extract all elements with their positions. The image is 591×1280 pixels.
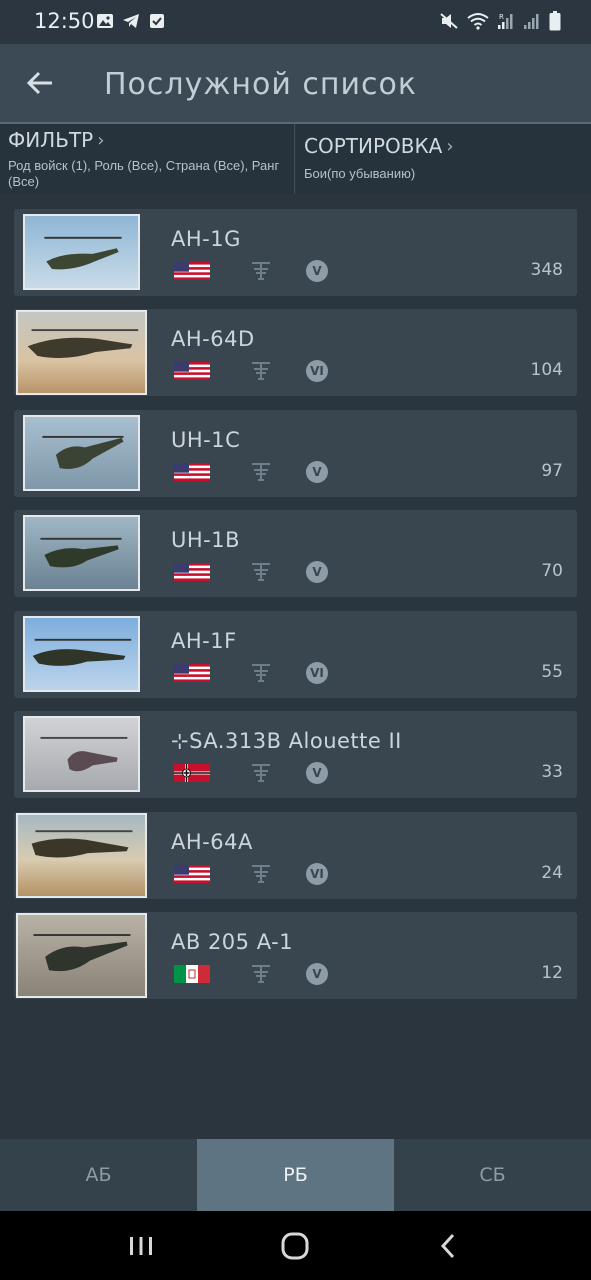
helicopter-role-icon — [252, 362, 270, 380]
battle-count: 104 — [530, 360, 563, 380]
chevron-right-icon: › — [446, 135, 454, 157]
rank-badge: V — [306, 963, 328, 985]
battle-count: 24 — [541, 863, 563, 883]
rank-badge: V — [306, 561, 328, 583]
arrow-left-icon[interactable] — [22, 64, 60, 102]
battle-count: 12 — [541, 963, 563, 983]
helicopter-role-icon — [252, 262, 270, 280]
vehicle-thumbnail — [16, 813, 147, 898]
status-time: 12:50 — [34, 9, 95, 33]
checkbox-icon — [148, 12, 166, 30]
back-icon[interactable] — [432, 1229, 466, 1263]
signal-icon — [523, 12, 541, 35]
system-nav-bar — [0, 1211, 591, 1280]
mute-icon — [439, 12, 459, 35]
battle-count: 55 — [541, 662, 563, 682]
vehicle-name: UH-1B — [171, 528, 241, 552]
vehicle-card[interactable]: AH-1G V 348 — [14, 209, 577, 296]
helicopter-role-icon — [252, 965, 270, 983]
vehicle-card[interactable]: AH-1F VI 55 — [14, 611, 577, 698]
germany-flag-icon — [174, 764, 210, 782]
vehicle-card[interactable]: UH-1B V 70 — [14, 510, 577, 597]
vehicle-name: UH-1C — [171, 428, 241, 452]
chevron-right-icon: › — [97, 129, 105, 151]
recents-icon[interactable] — [124, 1229, 158, 1263]
vehicle-name: AH-1G — [171, 227, 241, 251]
vehicle-thumbnail — [16, 310, 147, 395]
sort-label: СОРТИРОВКА — [304, 134, 443, 158]
rank-badge: VI — [306, 662, 328, 684]
vehicle-card[interactable]: AH-64D VI 104 — [14, 309, 577, 396]
battle-count: 97 — [541, 461, 563, 481]
rank-badge: V — [306, 461, 328, 483]
filter-label: ФИЛЬТР — [8, 128, 94, 152]
signal-icon: R — [497, 12, 515, 35]
usa-flag-icon — [174, 463, 210, 481]
gallery-icon — [96, 12, 114, 30]
helicopter-role-icon — [252, 463, 270, 481]
filter-panel[interactable]: ФИЛЬТР › Род войск (1), Роль (Все), Стра… — [0, 124, 295, 194]
vehicle-card[interactable]: UH-1C V 97 — [14, 410, 577, 497]
telegram-icon — [122, 12, 140, 30]
vehicle-thumbnail — [23, 515, 140, 591]
usa-flag-icon — [174, 563, 210, 581]
wifi-icon — [467, 12, 489, 35]
vehicle-thumbnail — [23, 214, 140, 290]
battle-count: 33 — [541, 762, 563, 782]
helicopter-role-icon — [252, 764, 270, 782]
status-bar: 12:50 R — [0, 0, 591, 44]
vehicle-name: AH-64D — [171, 327, 255, 351]
rank-badge: V — [306, 762, 328, 784]
tab-rb[interactable]: РБ — [197, 1139, 394, 1211]
svg-text:R: R — [499, 13, 504, 21]
helicopter-role-icon — [252, 664, 270, 682]
filter-summary: Род войск (1), Роль (Все), Страна (Все),… — [8, 158, 280, 189]
helicopter-role-icon — [252, 865, 270, 883]
mode-tabs: АБ РБ СБ — [0, 1139, 591, 1211]
vehicle-name: ⊹SA.313B Alouette II — [171, 729, 402, 753]
usa-flag-icon — [174, 664, 210, 682]
rank-badge: VI — [306, 360, 328, 382]
sort-summary: Бои(по убыванию) — [304, 166, 416, 181]
italy-flag-icon — [174, 965, 210, 983]
vehicle-card[interactable]: ⊹SA.313B Alouette II V 33 — [14, 711, 577, 798]
rank-badge: V — [306, 260, 328, 282]
vehicle-thumbnail — [23, 415, 140, 491]
usa-flag-icon — [174, 362, 210, 380]
helicopter-role-icon — [252, 563, 270, 581]
battle-count: 70 — [541, 561, 563, 581]
vehicle-thumbnail — [23, 716, 140, 792]
sort-panel[interactable]: СОРТИРОВКА › Бои(по убыванию) — [296, 124, 591, 194]
vehicle-card[interactable]: AH-64A VI 24 — [14, 812, 577, 899]
vehicle-name: AH-1F — [171, 629, 237, 653]
usa-flag-icon — [174, 262, 210, 280]
battle-count: 348 — [530, 260, 563, 280]
rank-badge: VI — [306, 863, 328, 885]
tab-sb[interactable]: СБ — [394, 1139, 591, 1211]
vehicle-name: AH-64A — [171, 830, 253, 854]
vehicle-name: AB 205 A-1 — [171, 930, 294, 954]
battery-icon — [549, 11, 561, 36]
vehicle-card[interactable]: AB 205 A-1 V 12 — [14, 912, 577, 999]
app-bar: Послужной список — [0, 44, 591, 124]
usa-flag-icon — [174, 865, 210, 883]
page-title: Послужной список — [104, 67, 417, 102]
home-icon[interactable] — [278, 1229, 312, 1263]
tab-ab[interactable]: АБ — [0, 1139, 197, 1211]
vehicle-thumbnail — [16, 913, 147, 998]
vehicle-thumbnail — [23, 616, 140, 692]
